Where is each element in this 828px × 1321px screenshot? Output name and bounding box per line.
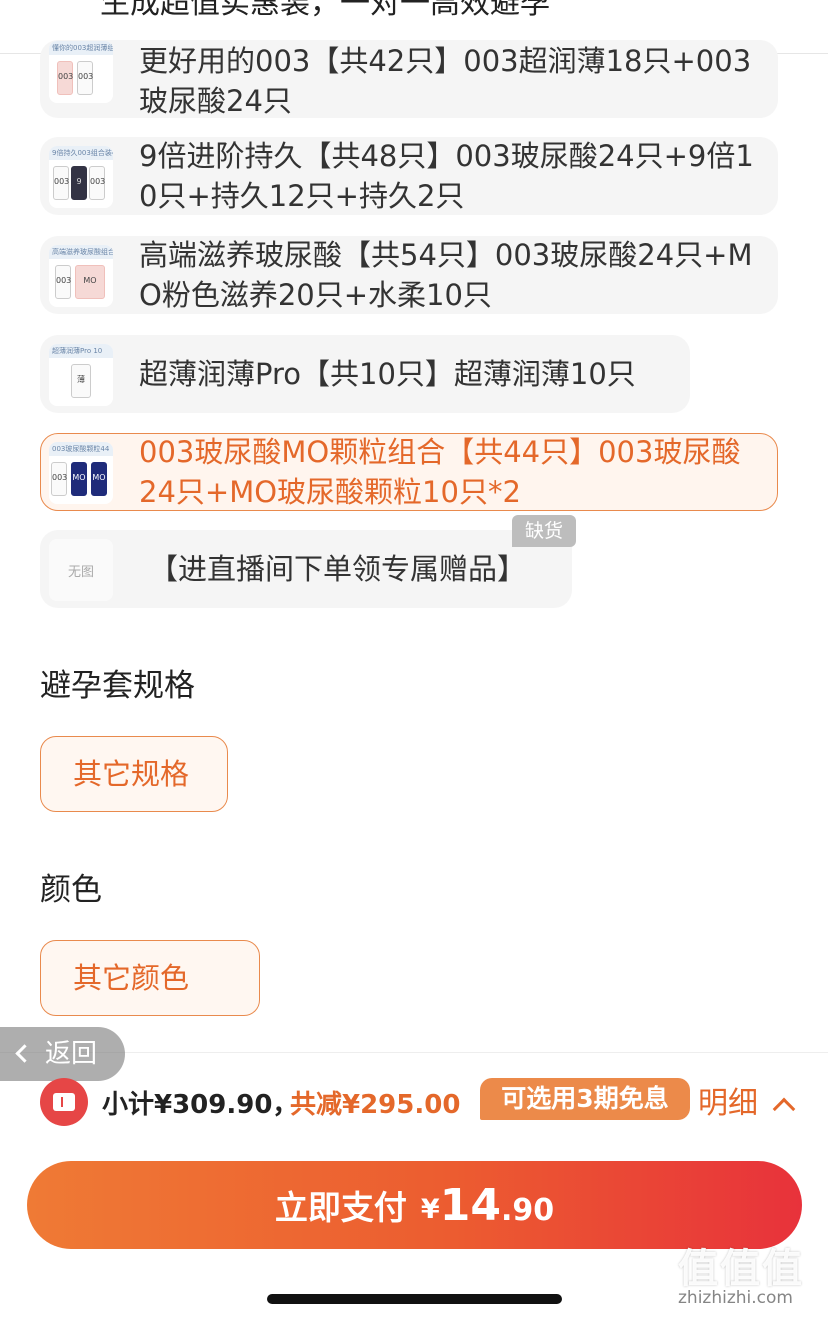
back-label: 返回	[45, 1039, 98, 1069]
pay-amount-integer: 14	[439, 1179, 501, 1231]
spec-section-title: 避孕套规格	[40, 668, 195, 704]
spec-option-chip[interactable]: 其它规格	[40, 736, 228, 812]
pay-label: 立即支付	[274, 1188, 407, 1227]
option-label: 003玻尿酸MO颗粒组合【共44只】003玻尿酸24只+MO玻尿酸颗粒10只*2	[139, 435, 741, 509]
option-item-out-of-stock[interactable]: 无图 【进直播间下单领专属赠品】	[40, 530, 572, 608]
top-title-text: 生成超值实惠装，一对一高效避孕	[100, 0, 550, 21]
option-thumbnail: 高端滋养玻尿酸组合54 003 MO	[49, 245, 113, 307]
details-label: 明细	[698, 1086, 758, 1121]
out-of-stock-badge: 缺货	[512, 515, 576, 547]
option-thumbnail: 003玻尿酸颗粒44 003 MO MO	[49, 442, 113, 504]
installment-badge[interactable]: 可选用3期免息	[480, 1078, 690, 1120]
option-item[interactable]: 9倍持久003组合装48 003 9 003 9倍进阶持久【共48只】003玻尿…	[40, 137, 778, 215]
watermark-url: zhizhizhi.com	[678, 1288, 793, 1308]
option-label: 【进直播间下单领专属赠品】	[149, 552, 527, 586]
chevron-left-icon	[15, 1044, 34, 1063]
option-label: 超薄润薄Pro【共10只】超薄润薄10只	[139, 357, 636, 391]
option-item[interactable]: 懂你的003超润薄组合42 003 003 更好用的003【共42只】003超润…	[40, 40, 778, 118]
thumbnail-caption: 003玻尿酸颗粒44	[49, 442, 113, 456]
option-label: 高端滋养玻尿酸【共54只】003玻尿酸24只+MO粉色滋养20只+水柔10只	[139, 238, 753, 312]
thumbnail-caption: 9倍持久003组合装48	[49, 146, 113, 160]
coupon-ticket-icon	[40, 1078, 88, 1126]
option-thumbnail: 懂你的003超润薄组合42 003 003	[49, 41, 113, 103]
option-label: 更好用的003【共42只】003超润薄18只+003玻尿酸24只	[139, 44, 752, 118]
option-label: 9倍进阶持久【共48只】003玻尿酸24只+9倍10只+持久12只+持久2只	[139, 139, 754, 213]
subtotal-text: 小计¥309.90，	[102, 1090, 299, 1120]
option-item[interactable]: 超薄润薄Pro 10 薄 超薄润薄Pro【共10只】超薄润薄10只	[40, 335, 690, 413]
option-thumbnail: 超薄润薄Pro 10 薄	[49, 344, 113, 406]
thumbnail-caption: 高端滋养玻尿酸组合54	[49, 245, 113, 259]
option-item[interactable]: 高端滋养玻尿酸组合54 003 MO 高端滋养玻尿酸【共54只】003玻尿酸24…	[40, 236, 778, 314]
discount-text: 共减¥295.00	[290, 1090, 461, 1120]
site-watermark: 值值值 zhizhizhi.com	[676, 1236, 824, 1316]
no-image-placeholder: 无图	[49, 539, 113, 601]
pay-currency: ¥	[420, 1193, 440, 1225]
home-indicator	[267, 1294, 562, 1304]
pay-amount-decimal: .90	[500, 1192, 555, 1228]
watermark-logo: 值值值	[678, 1246, 804, 1292]
option-item-selected[interactable]: 003玻尿酸颗粒44 003 MO MO 003玻尿酸MO颗粒组合【共44只】0…	[40, 433, 778, 511]
back-button[interactable]: 返回	[0, 1027, 125, 1081]
chevron-up-icon	[772, 1097, 796, 1121]
color-section-title: 颜色	[40, 872, 102, 908]
thumbnail-caption: 懂你的003超润薄组合42	[49, 41, 113, 55]
option-thumbnail: 无图	[49, 539, 113, 601]
details-toggle[interactable]: 明细	[698, 1078, 796, 1122]
option-thumbnail: 9倍持久003组合装48 003 9 003	[49, 146, 113, 208]
color-option-chip[interactable]: 其它颜色	[40, 940, 260, 1016]
thumbnail-caption: 超薄润薄Pro 10	[49, 344, 113, 358]
